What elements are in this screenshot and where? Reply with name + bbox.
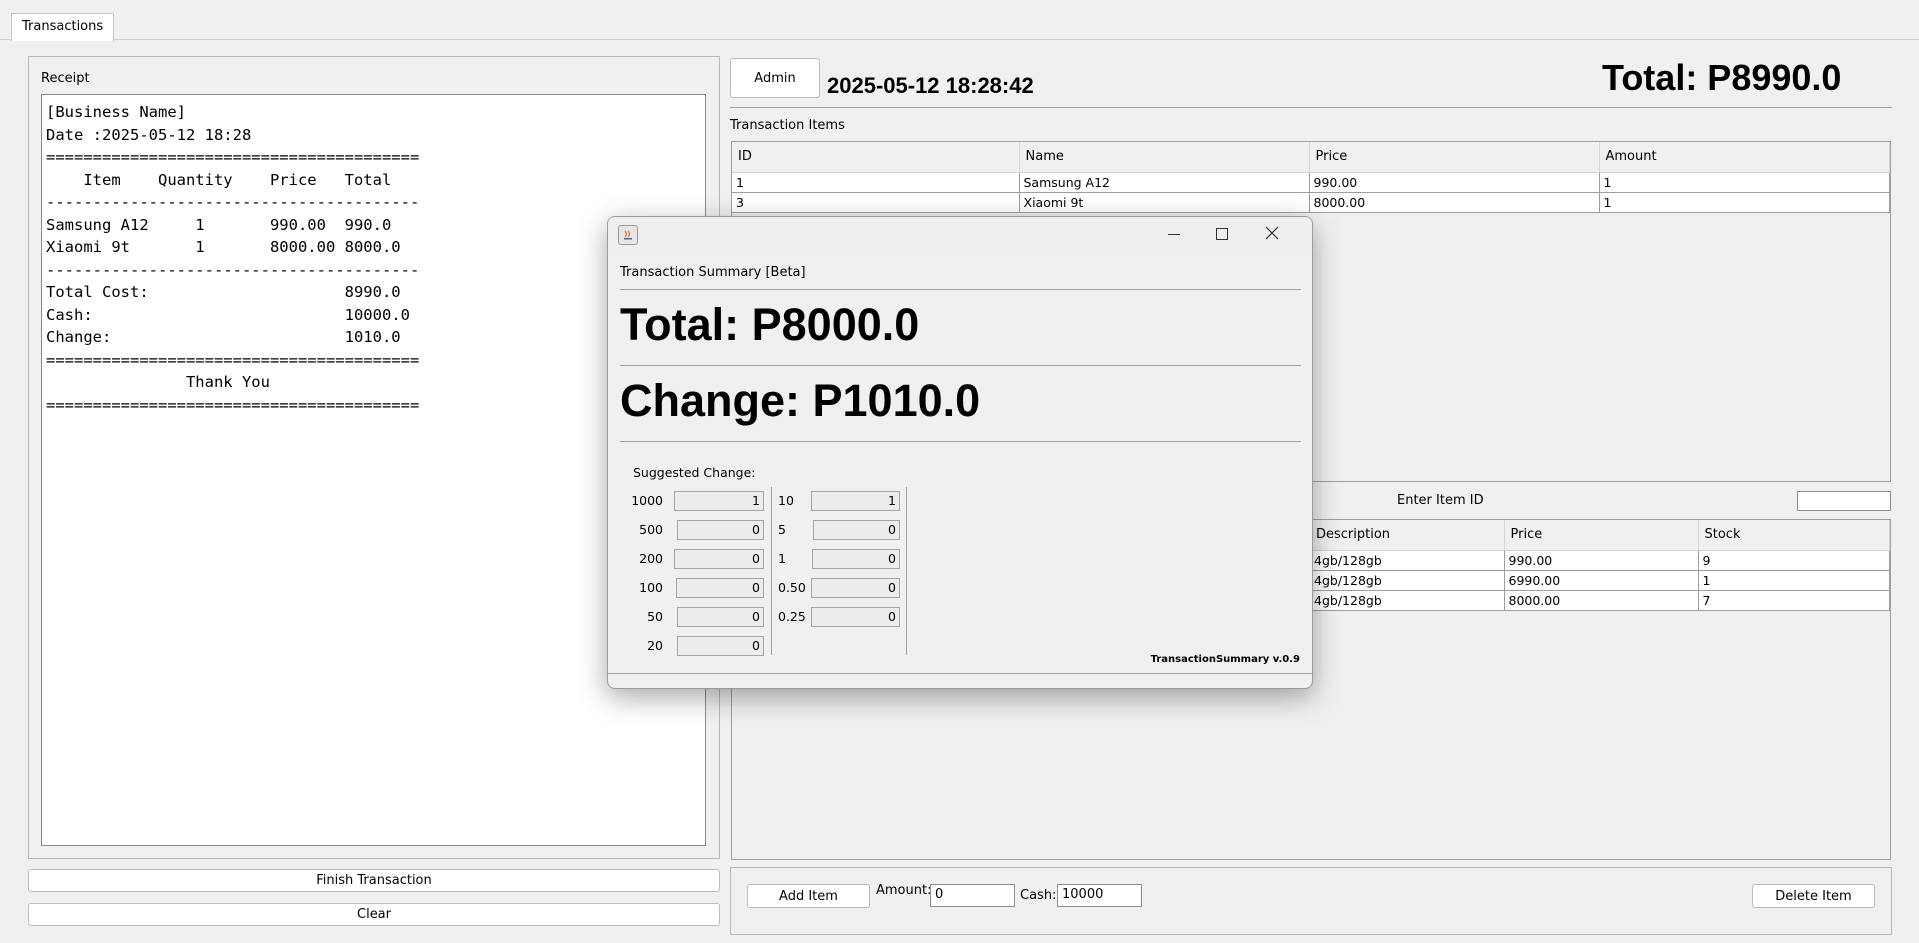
add-item-button[interactable]: Add Item (747, 884, 870, 908)
column-header-price[interactable]: Price (1309, 142, 1600, 173)
denomination-count: 0 (677, 607, 764, 627)
table-row[interactable]: 1 Samsung A12 990.00 1 (732, 172, 1890, 193)
cell-name: Samsung A12 (1019, 172, 1310, 193)
amount-input[interactable]: 0 (930, 884, 1015, 907)
datetime-display: 2025-05-12 18:28:42 (827, 73, 1034, 98)
cell-price: 6990.00 (1504, 570, 1699, 591)
denomination-count: 0 (811, 607, 900, 627)
close-icon[interactable] (1263, 224, 1281, 242)
denomination-count: 0 (813, 520, 900, 540)
column-divider (771, 487, 772, 655)
cell-id: 1 (732, 172, 1020, 193)
denomination-label: 0.25 (778, 609, 806, 624)
bottom-bar (730, 867, 1892, 935)
enter-item-id-label: Enter Item ID (1397, 493, 1484, 508)
denomination-label: 1 (778, 551, 786, 566)
amount-label: Amount: (876, 883, 932, 898)
denomination-label: 5 (778, 522, 786, 537)
column-header-name[interactable]: Name (1019, 142, 1310, 173)
column-divider (906, 487, 907, 655)
cell-amount: 1 (1599, 172, 1890, 193)
java-app-icon (618, 225, 638, 245)
table-header-row: ID Name Price Amount (732, 142, 1890, 173)
table-row[interactable]: 4gb/128gb 8000.00 7 (1310, 590, 1890, 611)
cell-amount: 1 (1599, 192, 1890, 213)
denomination-label: 200 (639, 551, 663, 566)
tab-strip (0, 0, 1919, 40)
denomination-count: 1 (811, 491, 900, 511)
divider (608, 673, 1312, 674)
denomination-label: 0.50 (778, 580, 806, 595)
receipt-label: Receipt (41, 71, 90, 86)
tab-transactions[interactable]: Transactions (11, 13, 115, 41)
transaction-items-label: Transaction Items (730, 118, 845, 133)
column-header-stock[interactable]: Stock (1698, 520, 1890, 551)
header-total: Total: P8990.0 (1602, 57, 1842, 98)
denomination-count: 0 (674, 549, 764, 569)
delete-item-button[interactable]: Delete Item (1752, 884, 1875, 908)
denomination-label: 10 (778, 493, 794, 508)
cell-stock: 7 (1698, 590, 1890, 611)
summary-total: Total: P8000.0 (620, 299, 920, 350)
column-header-description[interactable]: Description (1310, 520, 1505, 551)
table-header-row: Description Price Stock (1310, 520, 1890, 551)
transaction-summary-dialog: Transaction Summary [Beta] Total: P8000.… (607, 216, 1313, 689)
denomination-label: 1000 (631, 493, 663, 508)
table-row[interactable]: 4gb/128gb 6990.00 1 (1310, 570, 1890, 591)
finish-transaction-button[interactable]: Finish Transaction (28, 869, 720, 892)
denomination-count: 0 (812, 549, 900, 569)
denomination-label: 500 (639, 522, 663, 537)
cell-id: 3 (732, 192, 1020, 213)
table-row[interactable]: 3 Xiaomi 9t 8000.00 1 (732, 192, 1890, 213)
cell-description: 4gb/128gb (1310, 570, 1505, 591)
cell-stock: 1 (1698, 570, 1890, 591)
column-header-id[interactable]: ID (732, 142, 1020, 173)
divider (620, 365, 1301, 366)
maximize-icon[interactable] (1216, 228, 1228, 240)
denomination-count: 1 (674, 491, 764, 511)
cash-input[interactable]: 10000 (1057, 884, 1142, 907)
cell-price: 990.00 (1504, 550, 1699, 571)
divider (620, 441, 1301, 442)
dialog-section-title: Transaction Summary [Beta] (620, 265, 806, 280)
cell-name: Xiaomi 9t (1019, 192, 1310, 213)
denomination-label: 50 (647, 609, 663, 624)
cell-stock: 9 (1698, 550, 1890, 571)
summary-change: Change: P1010.0 (620, 375, 981, 426)
dialog-title-bar (608, 217, 1312, 253)
clear-button[interactable]: Clear (28, 903, 720, 926)
cell-price: 8000.00 (1309, 192, 1600, 213)
minimize-icon[interactable] (1168, 234, 1180, 235)
denomination-label: 100 (639, 580, 663, 595)
header-divider (730, 107, 1892, 108)
divider (620, 289, 1301, 290)
cash-label: Cash: (1020, 888, 1057, 903)
denomination-label: 20 (647, 638, 663, 653)
suggested-change-label: Suggested Change: (633, 465, 756, 480)
denomination-count: 0 (811, 578, 900, 598)
cell-description: 4gb/128gb (1310, 550, 1505, 571)
cell-price: 990.00 (1309, 172, 1600, 193)
table-row[interactable]: 4gb/128gb 990.00 9 (1310, 550, 1890, 571)
denomination-count: 0 (677, 520, 764, 540)
version-label: TransactionSummary v.0.9 (1150, 654, 1300, 665)
column-header-price[interactable]: Price (1504, 520, 1699, 551)
cell-price: 8000.00 (1504, 590, 1699, 611)
column-header-amount[interactable]: Amount (1599, 142, 1890, 173)
denomination-count: 0 (676, 578, 764, 598)
admin-button[interactable]: Admin (730, 58, 820, 98)
cell-description: 4gb/128gb (1310, 590, 1505, 611)
denomination-count: 0 (677, 636, 764, 656)
item-id-input[interactable] (1797, 491, 1891, 511)
